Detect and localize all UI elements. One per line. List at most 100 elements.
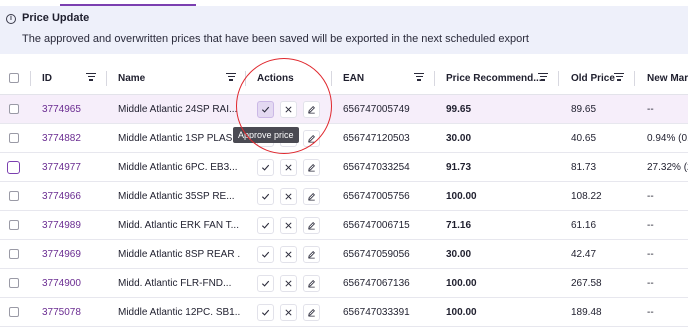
old-price: 42.47: [571, 248, 597, 260]
row-checkbox[interactable]: [9, 182, 19, 210]
recommended-price: 30.00: [446, 248, 472, 260]
approve-price-button[interactable]: [257, 275, 274, 292]
col-header-new-margin[interactable]: New Marg: [647, 62, 688, 94]
edit-price-button[interactable]: [303, 246, 320, 263]
ean-value: 656747067136: [343, 277, 410, 289]
new-margin: --: [647, 248, 654, 260]
check-icon: [261, 308, 270, 317]
new-margin: --: [647, 103, 654, 115]
old-price: 108.22: [571, 190, 602, 202]
table-row[interactable]: 3774882 Middle Atlantic 1SP PLAS... 656747…: [0, 124, 688, 153]
filter-icon[interactable]: [614, 73, 624, 83]
product-name: Middle Atlantic 1SP PLAS...: [118, 132, 240, 144]
filter-icon[interactable]: [414, 73, 424, 83]
table-row[interactable]: 3774965 Middle Atlantic 24SP RAI... 656747…: [0, 95, 688, 124]
col-header-id[interactable]: ID: [42, 62, 52, 94]
info-banner: i Price Update The approved and overwrit…: [0, 6, 688, 54]
product-name: Midd. Atlantic ERK FAN T...: [118, 219, 239, 231]
row-checkbox[interactable]: [9, 269, 19, 297]
product-id-link[interactable]: 3774989: [42, 211, 81, 239]
recommended-price: 30.00: [446, 132, 472, 144]
col-header-name[interactable]: Name: [118, 62, 145, 94]
edit-price-button[interactable]: [303, 188, 320, 205]
table-row[interactable]: 3774900 Midd. Atlantic FLR-FND... 65674706…: [0, 269, 688, 298]
row-checkbox[interactable]: [7, 153, 20, 181]
approve-price-tooltip: Approve price: [233, 127, 299, 143]
old-price: 189.48: [571, 306, 602, 318]
col-header-ean[interactable]: EAN: [343, 62, 364, 94]
check-icon: [261, 192, 270, 201]
row-checkbox[interactable]: [9, 240, 19, 268]
product-name: Middle Atlantic 12PC. SB1...: [118, 306, 240, 318]
info-icon: i: [6, 14, 16, 24]
edit-price-button[interactable]: [303, 217, 320, 234]
check-icon: [261, 105, 270, 114]
old-price: 267.58: [571, 277, 602, 289]
reject-price-button[interactable]: [280, 101, 297, 118]
banner-title: Price Update: [22, 12, 90, 24]
reject-price-button[interactable]: [280, 304, 297, 321]
product-id-link[interactable]: 3774977: [42, 153, 81, 181]
col-header-old-price[interactable]: Old Price: [571, 62, 615, 94]
table-header: ID Name Actions EAN Price Recommend... O…: [0, 62, 688, 95]
approve-price-button[interactable]: [257, 101, 274, 118]
table-row[interactable]: 3774977 Middle Atlantic 6PC. EB3... 656747…: [0, 153, 688, 182]
col-header-price-recommend[interactable]: Price Recommend...: [446, 62, 542, 94]
pencil-icon: [307, 221, 316, 230]
edit-price-button[interactable]: [303, 304, 320, 321]
ean-value: 656747033254: [343, 161, 410, 173]
filter-icon[interactable]: [86, 73, 96, 83]
product-id-link[interactable]: 3774965: [42, 95, 81, 123]
table-row[interactable]: 3774966 Middle Atlantic 35SP RE... 6567470…: [0, 182, 688, 211]
edit-price-button[interactable]: [303, 275, 320, 292]
pencil-icon: [307, 279, 316, 288]
product-id-link[interactable]: 3774882: [42, 124, 81, 152]
new-margin: --: [647, 306, 654, 318]
filter-icon[interactable]: [538, 73, 548, 83]
pencil-icon: [307, 105, 316, 114]
old-price: 40.65: [571, 132, 597, 144]
approve-price-button[interactable]: [257, 304, 274, 321]
approve-price-button[interactable]: [257, 159, 274, 176]
table-row[interactable]: 3774969 Middle Atlantic 8SP REAR ... 65674…: [0, 240, 688, 269]
product-id-link[interactable]: 3774969: [42, 240, 81, 268]
approve-price-button[interactable]: [257, 217, 274, 234]
pencil-icon: [307, 163, 316, 172]
edit-price-button[interactable]: [303, 159, 320, 176]
check-icon: [261, 221, 270, 230]
table-row[interactable]: 3775078 Middle Atlantic 12PC. SB1... 65674…: [0, 298, 688, 327]
close-icon: [284, 221, 293, 230]
column-divider: [558, 71, 559, 86]
close-icon: [284, 105, 293, 114]
edit-price-button[interactable]: [303, 130, 320, 147]
filter-icon[interactable]: [226, 73, 236, 83]
reject-price-button[interactable]: [280, 275, 297, 292]
close-icon: [284, 163, 293, 172]
table-row[interactable]: 3774989 Midd. Atlantic ERK FAN T... 656747…: [0, 211, 688, 240]
close-icon: [284, 308, 293, 317]
reject-price-button[interactable]: [280, 188, 297, 205]
product-id-link[interactable]: 3774966: [42, 182, 81, 210]
reject-price-button[interactable]: [280, 217, 297, 234]
row-checkbox[interactable]: [9, 124, 19, 152]
row-checkbox[interactable]: [9, 95, 19, 123]
row-checkbox[interactable]: [9, 211, 19, 239]
recommended-price: 71.16: [446, 219, 472, 231]
column-divider: [30, 71, 31, 86]
reject-price-button[interactable]: [280, 159, 297, 176]
old-price: 89.65: [571, 103, 597, 115]
column-divider: [634, 71, 635, 86]
row-checkbox[interactable]: [9, 298, 19, 326]
pencil-icon: [307, 134, 316, 143]
reject-price-button[interactable]: [280, 246, 297, 263]
product-name: Midd. Atlantic FLR-FND...: [118, 277, 232, 289]
ean-value: 656747033391: [343, 306, 410, 318]
edit-price-button[interactable]: [303, 101, 320, 118]
product-id-link[interactable]: 3775078: [42, 298, 81, 326]
approve-price-button[interactable]: [257, 246, 274, 263]
column-divider: [434, 71, 435, 86]
approve-price-button[interactable]: [257, 188, 274, 205]
column-divider: [106, 71, 107, 86]
product-id-link[interactable]: 3774900: [42, 269, 81, 297]
select-all-checkbox[interactable]: [9, 62, 19, 94]
